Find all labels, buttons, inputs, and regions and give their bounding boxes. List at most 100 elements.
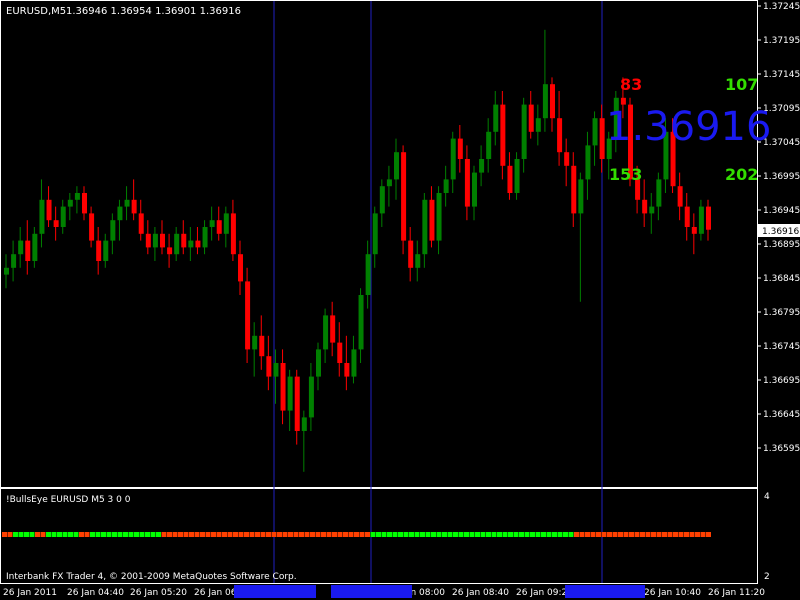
candle-body — [656, 179, 662, 207]
candle-body — [273, 363, 279, 377]
candle-body — [706, 206, 711, 230]
x-tick-label: 26 Jan 06 — [194, 588, 237, 598]
indicator-dot — [354, 532, 359, 537]
candle-body — [67, 199, 73, 207]
indicator-dot — [376, 532, 381, 537]
indicator-scale-bottom: 2 — [764, 572, 770, 582]
indicator-dot — [359, 532, 365, 537]
candle-body — [11, 254, 17, 268]
ohlc-label: 1.36946 1.36954 1.36901 1.36916 — [66, 6, 241, 17]
counter-top-green: 107 — [725, 75, 758, 94]
indicator-dot — [343, 532, 348, 537]
candle-body — [145, 233, 151, 248]
indicator-dot — [238, 532, 244, 537]
indicator-dot — [13, 532, 18, 537]
x-tick-label: 26 Jan 10:40 — [644, 588, 701, 598]
candle-body — [181, 233, 187, 248]
y-tick-label: 1.36795 — [763, 308, 800, 318]
indicator-scale-top: 4 — [764, 492, 770, 502]
indicator-dot — [667, 532, 673, 537]
x-tick-label: 26 Jan 08:40 — [452, 588, 509, 598]
indicator-dot — [106, 532, 112, 537]
x-tick-label: 26 Jan 09:2 — [516, 588, 567, 598]
y-tick-label: 1.36845 — [763, 274, 800, 284]
chart-background — [0, 0, 800, 600]
indicator-dot — [651, 532, 656, 537]
x-tick-highlight — [565, 585, 645, 598]
candle-body — [152, 233, 158, 248]
indicator-dot — [156, 532, 161, 537]
indicator-dot — [601, 532, 607, 537]
indicator-dot — [409, 532, 414, 537]
indicator-dot — [79, 532, 84, 537]
candle-body — [39, 199, 45, 234]
y-tick-label: 1.37145 — [763, 70, 800, 80]
indicator-dot — [695, 532, 700, 537]
indicator-dot — [436, 532, 442, 537]
x-tick-highlight — [234, 585, 316, 598]
candle-body — [408, 240, 414, 268]
indicator-dot — [310, 532, 315, 537]
candle-body — [252, 335, 258, 350]
indicator-dot — [266, 532, 271, 537]
indicator-dot — [189, 532, 194, 537]
candle-body — [514, 159, 520, 193]
indicator-dot — [35, 532, 40, 537]
indicator-dot — [568, 532, 574, 537]
candle-body — [571, 165, 577, 214]
indicator-dot — [288, 532, 293, 537]
indicator-dot — [29, 532, 35, 537]
indicator-dot — [200, 532, 205, 537]
candle-body — [521, 104, 527, 159]
indicator-dot — [348, 532, 354, 537]
indicator-dot — [90, 532, 95, 537]
indicator-dot — [2, 532, 7, 537]
indicator-dot — [216, 532, 222, 537]
indicator-dot — [73, 532, 79, 537]
indicator-dot — [299, 532, 304, 537]
candle-body — [429, 199, 435, 241]
candle-body — [60, 206, 66, 227]
candle-body — [649, 206, 655, 214]
candle-body — [294, 376, 300, 431]
indicator-dot — [271, 532, 277, 537]
candle-body — [316, 349, 321, 377]
x-tick-label: 26 Jan 05:20 — [130, 588, 187, 598]
candle-body — [124, 199, 130, 207]
indicator-dot — [167, 532, 172, 537]
indicator-dot — [123, 532, 128, 537]
y-tick-label: 1.36945 — [763, 206, 800, 216]
indicator-dot — [255, 532, 260, 537]
candle-body — [358, 295, 364, 350]
indicator-dot — [145, 532, 150, 537]
candle-body — [443, 179, 449, 193]
broker-copyright: Interbank FX Trader 4, © 2001-2009 MetaQ… — [6, 572, 297, 582]
indicator-dot — [607, 532, 612, 537]
candle-body — [528, 104, 534, 132]
candle-body — [223, 213, 229, 234]
indicator-dot — [101, 532, 106, 537]
candle-body — [379, 186, 385, 214]
x-tick-label: 26 Jan 04:40 — [67, 588, 124, 598]
indicator-dot — [546, 532, 552, 537]
candle-body — [337, 342, 343, 363]
indicator-dot — [541, 532, 546, 537]
indicator-dot — [480, 532, 486, 537]
candle-body — [592, 118, 598, 146]
candle-body — [557, 118, 563, 153]
indicator-dot — [486, 532, 491, 537]
candle-body — [436, 193, 442, 241]
candle-body — [578, 179, 584, 214]
indicator-dot — [227, 532, 233, 537]
indicator-dot — [469, 532, 475, 537]
candle-body — [415, 254, 421, 268]
indicator-dot — [656, 532, 662, 537]
indicator-dot — [260, 532, 266, 537]
candle-body — [394, 152, 399, 180]
candle-body — [351, 349, 357, 377]
candle-body — [301, 417, 307, 431]
x-tick-label: 26 Jan 11:20 — [708, 588, 765, 598]
candle-body — [344, 363, 350, 377]
indicator-dot — [134, 532, 139, 537]
y-tick-label: 1.36595 — [763, 444, 800, 454]
